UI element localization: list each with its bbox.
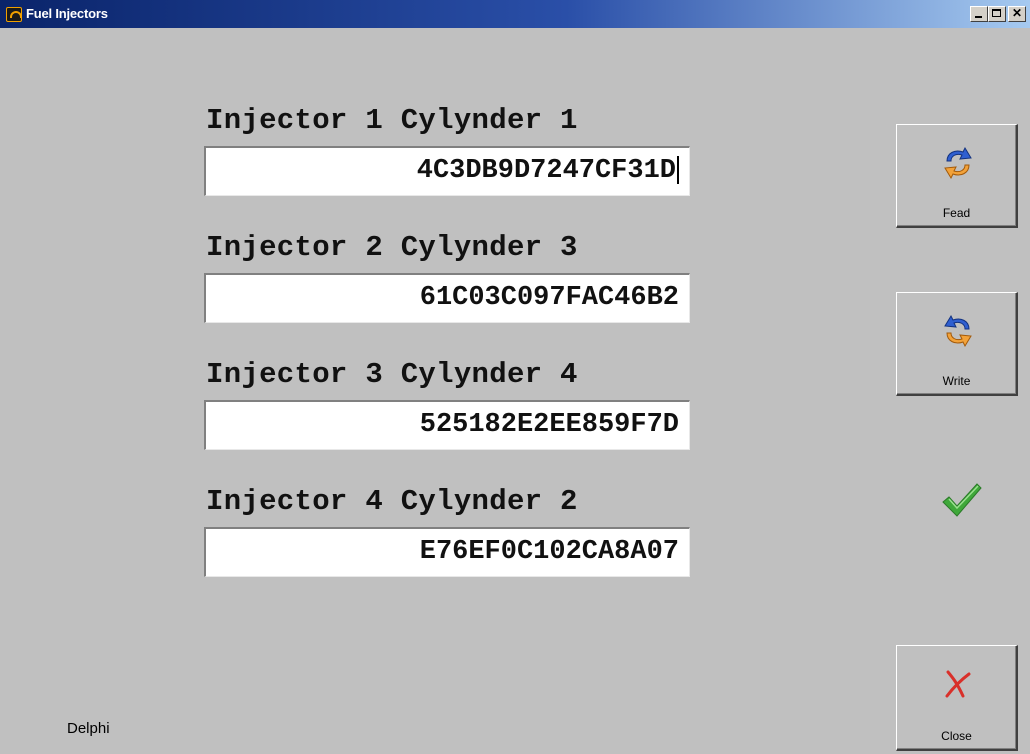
close-window-button[interactable]: ✕ [1008,6,1026,22]
read-button-label: Fead [942,206,971,220]
injector-1-code: 4C3DB9D7247CF31D [416,156,676,186]
text-caret [677,155,679,184]
checkmark-icon [942,483,982,517]
window-title: Fuel Injectors [26,6,108,21]
injector-3-code: 525182E2EE859F7D [419,410,679,440]
app-logo-icon [6,7,22,22]
injector-2-code-field[interactable]: 61C03C097FAC46B2 [204,273,690,323]
injector-4-code-field[interactable]: E76EF0C102CA8A07 [204,527,690,577]
close-x-icon [945,670,971,698]
maximize-button[interactable] [988,6,1006,22]
minimize-button[interactable] [970,6,988,22]
injector-4-label: Injector 4 Cylynder 2 [206,485,578,518]
injector-3-label: Injector 3 Cylynder 4 [206,358,578,391]
write-button-label: Write [942,374,971,388]
close-button-label: Close [941,729,972,743]
read-button[interactable]: Fead [896,124,1018,228]
title-bar[interactable]: Fuel Injectors ✕ [0,0,1030,28]
refresh-arrows-icon [944,146,972,180]
injector-2-code: 61C03C097FAC46B2 [419,283,679,313]
brand-label: Delphi [67,720,110,737]
close-button[interactable]: Close [896,645,1018,751]
injector-4-code: E76EF0C102CA8A07 [419,537,679,567]
injector-2-label: Injector 2 Cylynder 3 [206,231,578,264]
window-controls: ✕ [970,6,1026,22]
write-button[interactable]: Write [896,292,1018,396]
injector-1-label: Injector 1 Cylynder 1 [206,104,578,137]
injector-3-code-field[interactable]: 525182E2EE859F7D [204,400,690,450]
injector-1-code-field[interactable]: 4C3DB9D7247CF31D [204,146,690,196]
swap-arrows-icon [944,314,972,348]
